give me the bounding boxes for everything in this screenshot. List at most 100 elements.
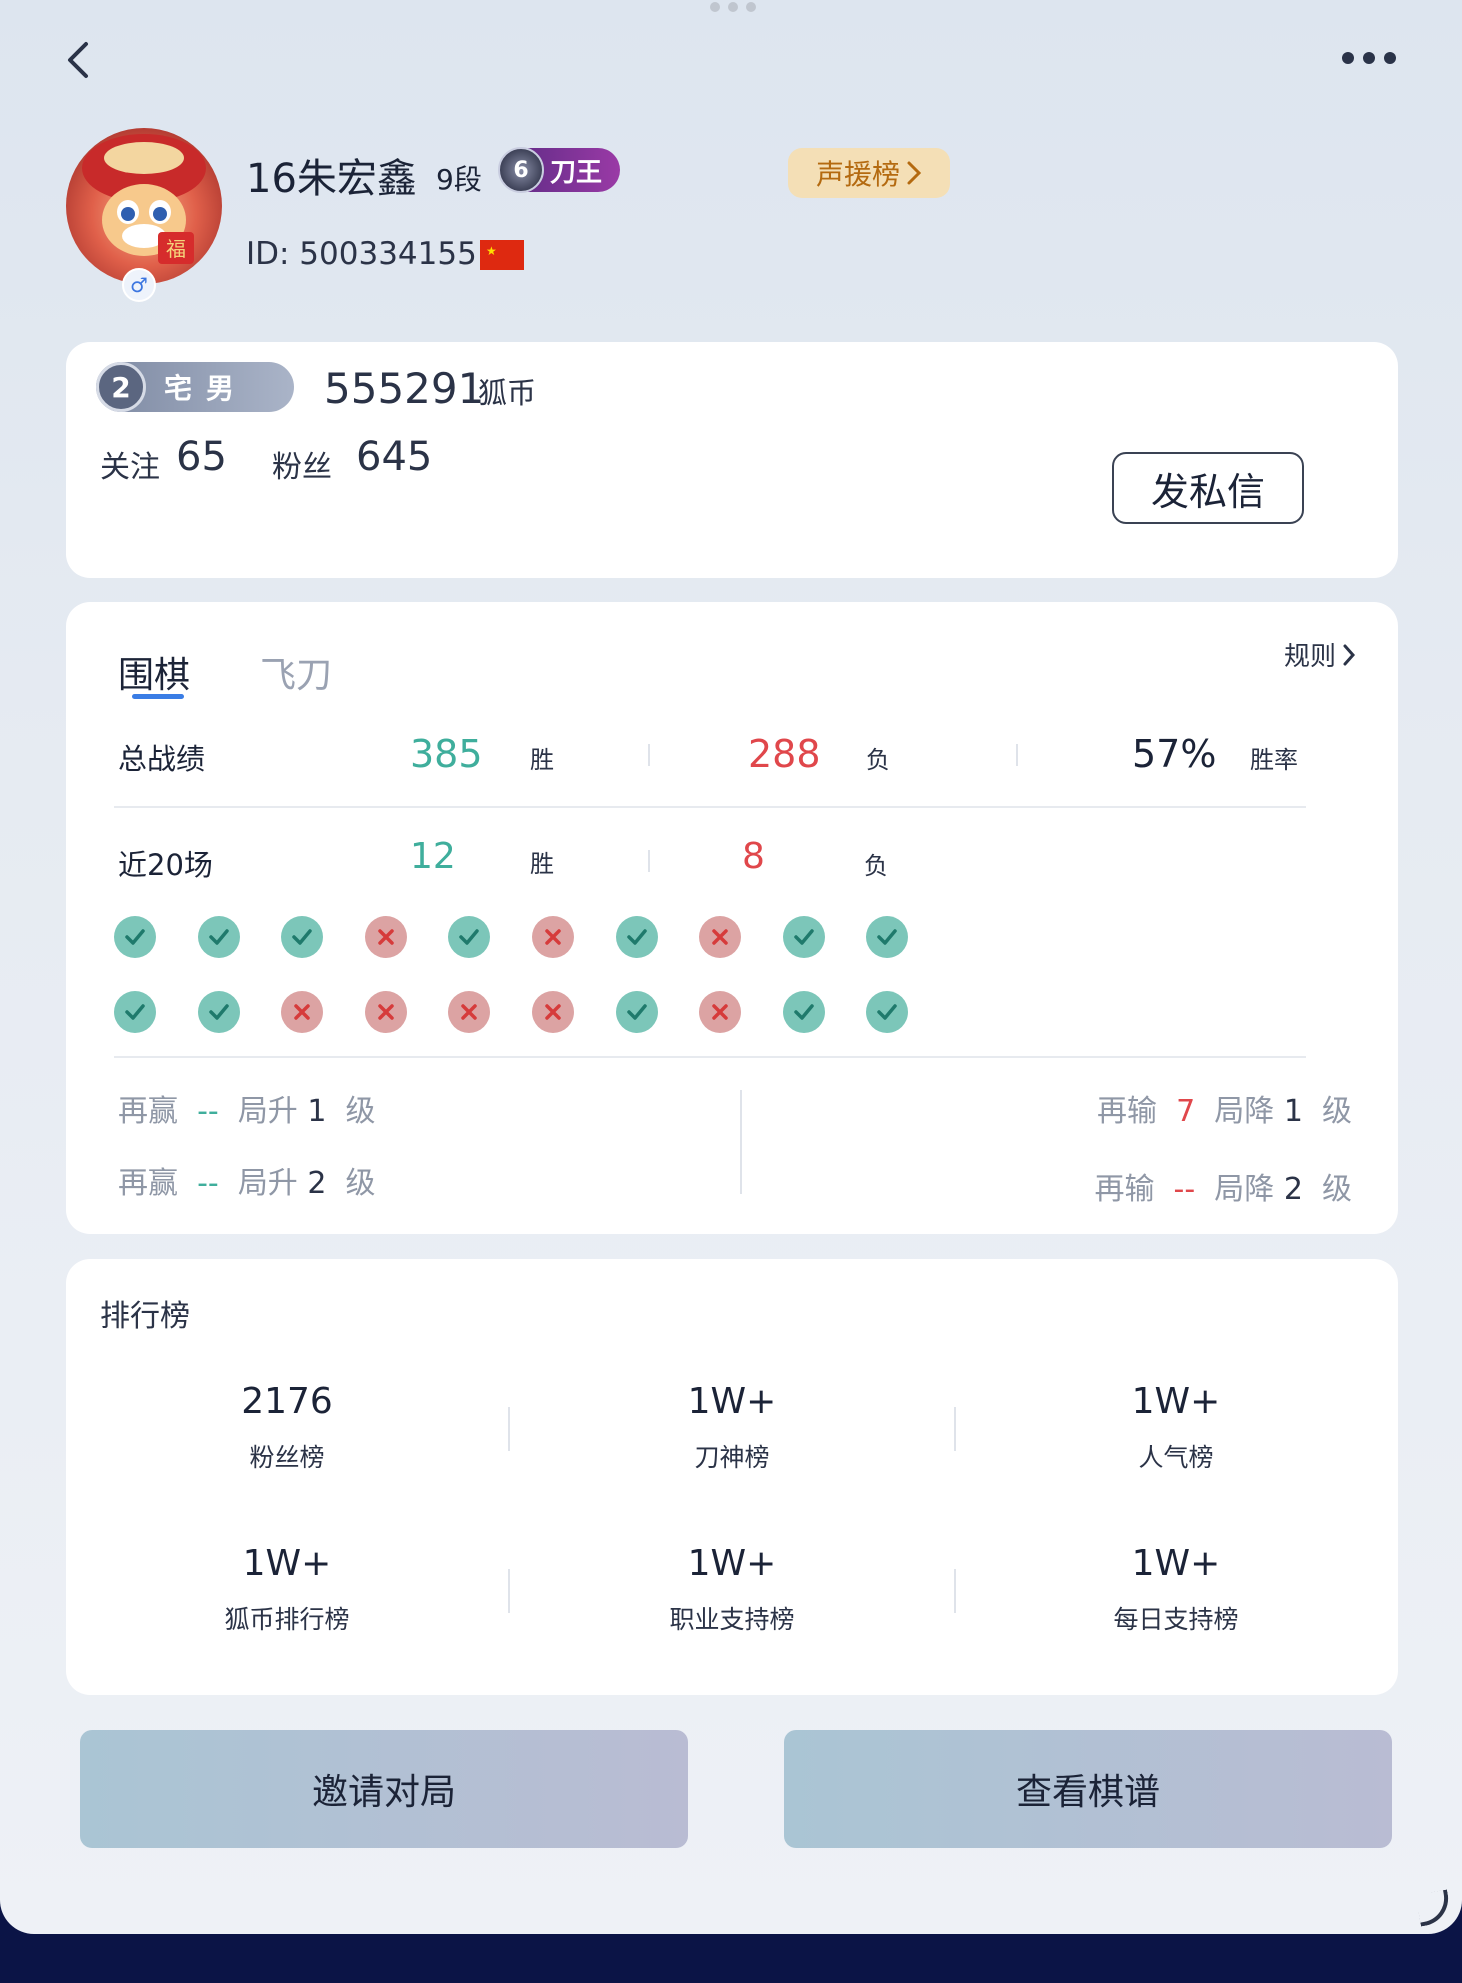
loss-cross-icon[interactable] (281, 991, 324, 1033)
promote-level-1: 再赢 -- 局升 1 级 (118, 1094, 376, 1129)
win-check-icon[interactable] (782, 916, 825, 958)
rank-value: 2176 (241, 1381, 333, 1422)
recent-losses: 8 (742, 836, 765, 877)
svg-text:福: 福 (166, 237, 186, 261)
win-check-icon[interactable] (114, 916, 156, 958)
rank-coins[interactable]: 1W+ 狐币排行榜 (127, 1543, 447, 1636)
chevron-left-icon (68, 42, 88, 78)
total-wins: 385 (410, 732, 483, 776)
divider (1016, 744, 1018, 766)
promote-level-2: 再赢 -- 局升 2 级 (118, 1166, 376, 1201)
divider (954, 1407, 956, 1451)
win-check-icon[interactable] (281, 916, 324, 958)
divider-line (114, 1056, 1306, 1058)
win-rate-label: 胜率 (1250, 746, 1298, 774)
loss-cross-icon[interactable] (364, 916, 407, 958)
sheet-grabber[interactable] (710, 2, 756, 12)
divider (954, 1569, 956, 1613)
rank-value: 1W+ (687, 1381, 777, 1422)
win-check-icon[interactable] (866, 991, 909, 1033)
coin-unit: 狐币 (478, 376, 537, 410)
wins-label: 胜 (530, 746, 554, 774)
win-check-icon[interactable] (866, 916, 909, 958)
rank-popularity[interactable]: 1W+ 人气榜 (1016, 1381, 1336, 1474)
loss-cross-icon[interactable] (448, 991, 491, 1033)
more-dots-icon (1342, 52, 1354, 64)
total-losses: 288 (748, 732, 821, 776)
send-message-button[interactable]: 发私信 (1112, 452, 1304, 524)
tab-flying-knife[interactable]: 飞刀 (260, 646, 332, 698)
rank-name: 每日支持榜 (1113, 1605, 1239, 1634)
rank-name: 刀神榜 (694, 1443, 770, 1472)
rankings-card: 排行榜 2176 粉丝榜 1W+ 刀神榜 1W+ 人气榜 1W+ 狐币排行榜 1… (66, 1259, 1398, 1695)
fans-label[interactable]: 粉丝 (272, 442, 332, 486)
rank-pro-support[interactable]: 1W+ 职业支持榜 (572, 1543, 892, 1636)
rank-daily-support[interactable]: 1W+ 每日支持榜 (1016, 1543, 1336, 1636)
user-name: 16朱宏鑫 (246, 156, 417, 202)
rankings-title: 排行榜 (100, 1299, 190, 1334)
rank-name: 狐币排行榜 (224, 1605, 350, 1634)
avatar[interactable]: 福 ♂ (66, 128, 222, 302)
view-game-records-button[interactable]: 查看棋谱 (784, 1730, 1392, 1848)
rank-knife-god[interactable]: 1W+ 刀神榜 (572, 1381, 892, 1474)
loss-cross-icon[interactable] (699, 991, 742, 1033)
losses-label: 负 (866, 746, 890, 774)
tab-go[interactable]: 围棋 (118, 646, 190, 698)
medal-badge[interactable]: 6 刀王 (498, 147, 620, 193)
loss-cross-icon[interactable] (364, 991, 407, 1033)
win-rate: 57% (1132, 732, 1217, 776)
divider (740, 1090, 742, 1194)
title-badge[interactable]: 2 宅男 (96, 362, 294, 412)
recent-wins: 12 (410, 836, 456, 877)
rank-name: 粉丝榜 (249, 1443, 325, 1472)
losses-label: 负 (864, 852, 888, 880)
wins-label: 胜 (530, 850, 554, 878)
rank-value: 1W+ (687, 1543, 777, 1584)
coin-balance: 555291 (324, 364, 485, 413)
loss-cross-icon[interactable] (532, 916, 574, 958)
title-name: 宅男 (164, 372, 249, 405)
win-check-icon[interactable] (615, 991, 658, 1033)
divider-line (114, 806, 1306, 808)
divider (508, 1569, 510, 1613)
user-id: ID: 500334155 (246, 236, 477, 272)
support-board-button[interactable]: 声援榜 (788, 148, 950, 198)
summary-card: 2 宅男 555291 狐币 关注 65 粉丝 645 发私信 (66, 342, 1398, 578)
chevron-right-icon (907, 161, 922, 185)
win-check-icon[interactable] (114, 991, 156, 1033)
loss-cross-icon[interactable] (699, 916, 742, 958)
win-check-icon[interactable] (197, 916, 240, 958)
total-record-label: 总战绩 (118, 742, 206, 776)
back-button[interactable] (58, 36, 102, 84)
rules-link[interactable]: 规则 (1284, 636, 1356, 673)
recent-games-label: 近20场 (118, 848, 213, 882)
rank-fans[interactable]: 2176 粉丝榜 (127, 1381, 447, 1474)
fans-count[interactable]: 645 (356, 434, 432, 480)
following-count[interactable]: 65 (176, 434, 227, 480)
following-label[interactable]: 关注 (100, 442, 160, 486)
win-check-icon[interactable] (197, 991, 240, 1033)
win-check-icon[interactable] (782, 991, 825, 1033)
record-card: 围棋 飞刀 规则 总战绩 385 胜 288 负 57% 胜率 近20场 12 … (66, 602, 1398, 1234)
medal-title: 刀王 (550, 157, 603, 188)
demote-level-1: 再输 7 局降 1 级 (1097, 1094, 1352, 1129)
china-flag-icon: ★ (480, 240, 524, 270)
rank-value: 1W+ (1131, 1381, 1221, 1422)
rules-label: 规则 (1284, 642, 1337, 672)
win-check-icon[interactable] (448, 916, 491, 958)
win-check-icon[interactable] (615, 916, 658, 958)
profile-sheet: 福 ♂ 16朱宏鑫 9段 6 刀王 声援榜 ID: 500334155 ★ 2 … (0, 0, 1462, 1934)
user-rank: 9段 (436, 163, 482, 196)
divider (648, 744, 650, 766)
rank-name: 人气榜 (1138, 1443, 1214, 1472)
divider (648, 850, 650, 872)
more-button[interactable] (1338, 48, 1400, 68)
loss-cross-icon[interactable] (532, 991, 574, 1033)
avatar-image: 福 (66, 128, 222, 284)
chevron-right-icon (1343, 644, 1356, 665)
rank-value: 1W+ (1131, 1543, 1221, 1584)
demote-level-2: 再输 -- 局降 2 级 (1094, 1172, 1352, 1207)
invite-match-button[interactable]: 邀请对局 (80, 1730, 688, 1848)
resize-handle-icon[interactable] (1415, 1889, 1453, 1927)
rank-name: 职业支持榜 (669, 1605, 795, 1634)
